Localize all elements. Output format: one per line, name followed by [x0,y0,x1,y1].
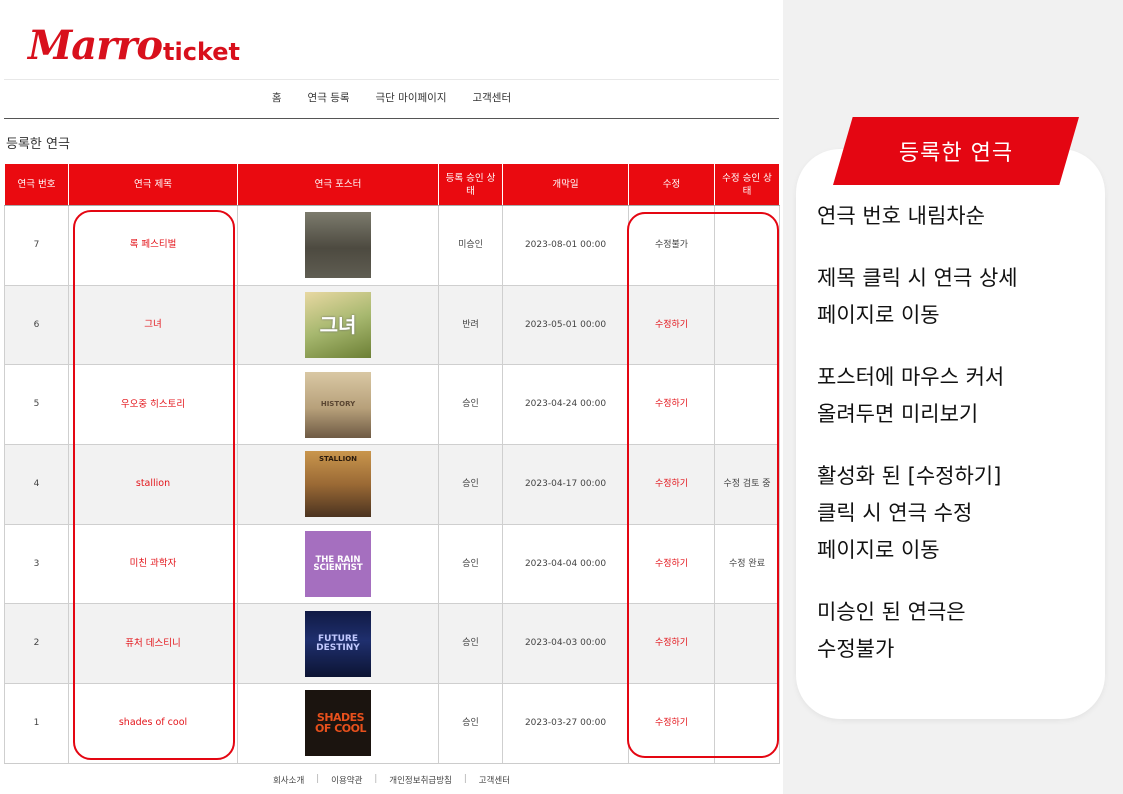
note-sort-order: 연극 번호 내림차순 [817,204,985,228]
footer-link-support[interactable]: 고객센터 [479,774,510,786]
cell-opening-date: 2023-04-03 00:00 [502,603,629,685]
table-row: 6 그녀 그녀 반려 2023-05-01 00:00 수정하기 [4,284,780,366]
cell-opening-date: 2023-05-01 00:00 [502,284,629,366]
edit-button[interactable]: 수정하기 [655,638,688,648]
poster-thumbnail[interactable]: FUTURE DESTINY [305,610,371,677]
note-unapproved: 미승인 된 연극은 수정불가 [817,600,966,661]
cell-no: 4 [4,444,69,525]
cell-opening-date: 2023-04-24 00:00 [502,364,629,446]
play-title-link[interactable]: 록 페스티벌 [130,239,177,250]
play-title-link[interactable]: 우오중 히스토리 [121,399,185,410]
site-logo[interactable]: Marro ticket [28,18,240,68]
footer-link-terms[interactable]: 이용약관 [331,774,362,786]
poster-caption: STALLION [318,455,358,464]
edit-disabled-label: 수정불가 [654,239,689,250]
main-nav: 홈 연극 등록 극단 마이페이지 고객센터 [0,90,783,105]
cell-opening-date: 2023-08-01 00:00 [502,205,629,286]
col-header-no: 연극 번호 [4,163,69,206]
table-row: 4 stallion STALLION 승인 2023-04-17 00:00 … [4,444,780,525]
header-divider [4,79,779,80]
cell-approval: 승인 [438,683,503,764]
poster-thumbnail[interactable]: STALLION [305,451,371,518]
page: Marro ticket 홈 연극 등록 극단 마이페이지 고객센터 등록한 연… [0,0,783,794]
cell-approval: 미승인 [438,205,503,286]
nav-item-home[interactable]: 홈 [272,90,282,105]
col-header-opening-date: 개막일 [502,163,629,206]
nav-item-mypage[interactable]: 극단 마이페이지 [376,90,447,105]
cell-opening-date: 2023-03-27 00:00 [502,683,629,764]
cell-edit-status [714,603,780,685]
edit-button[interactable]: 수정하기 [655,559,688,569]
cell-approval: 반려 [438,284,503,366]
table-header-row: 연극 번호 연극 제목 연극 포스터 등록 승인 상태 개막일 수정 수정 승인… [4,163,780,206]
cell-opening-date: 2023-04-17 00:00 [502,444,629,525]
play-title-link[interactable]: 퓨처 데스티니 [125,638,180,649]
cell-edit-status: 수정 완료 [714,523,780,605]
poster-thumbnail[interactable]: 그녀 [305,292,371,359]
play-title-link[interactable]: 그녀 [144,319,161,330]
nav-divider [4,118,779,119]
footer-separator: | [463,774,467,784]
poster-caption: SHADES OF COOL [315,711,366,736]
edit-button[interactable]: 수정하기 [655,718,688,728]
note-edit-click: 활성화 된 [수정하기] 클릭 시 연극 수정 페이지로 이동 [817,464,1002,562]
section-title: 등록한 연극 [6,137,70,152]
nav-item-support[interactable]: 고객센터 [472,90,511,105]
poster-caption: FUTURE DESTINY [316,633,360,653]
table-row: 2 퓨처 데스티니 FUTURE DESTINY 승인 2023-04-03 0… [4,603,780,685]
note-poster-hover: 포스터에 마우스 커서 올려두면 미리보기 [817,365,1005,426]
logo-sub: ticket [163,38,241,66]
logo-brand: Marro [28,22,163,69]
annotation-badge-label: 등록한 연극 [898,141,1014,166]
plays-table: 연극 번호 연극 제목 연극 포스터 등록 승인 상태 개막일 수정 수정 승인… [4,163,780,764]
col-header-edit: 수정 [628,163,715,206]
poster-caption: 그녀 [319,313,357,338]
play-title-link[interactable]: stallion [136,478,170,489]
table-row: 3 미친 과학자 THE RAIN SCIENTIST 승인 2023-04-0… [4,523,780,605]
poster-thumbnail[interactable]: SHADES OF COOL [305,690,371,757]
col-header-title: 연극 제목 [68,163,238,206]
play-title-link[interactable]: 미친 과학자 [130,558,177,569]
poster-thumbnail[interactable]: THE RAIN SCIENTIST [305,531,371,598]
cell-no: 6 [4,284,69,366]
table-row: 1 shades of cool SHADES OF COOL 승인 2023-… [4,683,780,764]
note-title-click: 제목 클릭 시 연극 상세 페이지로 이동 [817,266,1018,327]
footer-links: 회사소개 | 이용약관 | 개인정보취급방침 | 고객센터 [4,763,779,786]
cell-no: 2 [4,603,69,685]
cell-edit-status: 수정 검토 중 [714,444,780,525]
cell-edit-status [714,284,780,366]
edit-button[interactable]: 수정하기 [655,399,688,409]
cell-edit-status [714,364,780,446]
col-header-approval: 등록 승인 상태 [438,163,503,206]
footer-separator: | [374,774,378,784]
cell-approval: 승인 [438,364,503,446]
cell-no: 7 [4,205,69,286]
footer-link-company[interactable]: 회사소개 [273,774,304,786]
cell-approval: 승인 [438,444,503,525]
cell-no: 3 [4,523,69,605]
footer-link-privacy[interactable]: 개인정보취급방침 [389,774,452,786]
play-title-link[interactable]: shades of cool [119,717,187,728]
cell-approval: 승인 [438,603,503,685]
cell-no: 5 [4,364,69,446]
poster-caption: HISTORY [320,400,356,409]
table-row: 7 록 페스티벌 미승인 2023-08-01 00:00 수정불가 [4,205,780,286]
cell-approval: 승인 [438,523,503,605]
poster-thumbnail[interactable]: HISTORY [305,371,371,438]
col-header-poster: 연극 포스터 [237,163,439,206]
poster-caption: THE RAIN SCIENTIST [313,554,363,574]
footer-separator: | [316,774,320,784]
cell-no: 1 [4,683,69,764]
edit-button[interactable]: 수정하기 [655,479,688,489]
poster-thumbnail[interactable] [305,212,371,279]
nav-item-register[interactable]: 연극 등록 [308,90,350,105]
table-row: 5 우오중 히스토리 HISTORY 승인 2023-04-24 00:00 수… [4,364,780,446]
annotation-notes: 연극 번호 내림차순 제목 클릭 시 연극 상세 페이지로 이동 포스터에 마우… [817,198,1107,693]
annotation-badge: 등록한 연극 [833,117,1079,185]
cell-edit-status [714,683,780,764]
col-header-edit-status: 수정 승인 상태 [714,163,780,206]
cell-edit-status [714,205,780,286]
cell-opening-date: 2023-04-04 00:00 [502,523,629,605]
edit-button[interactable]: 수정하기 [655,320,688,330]
